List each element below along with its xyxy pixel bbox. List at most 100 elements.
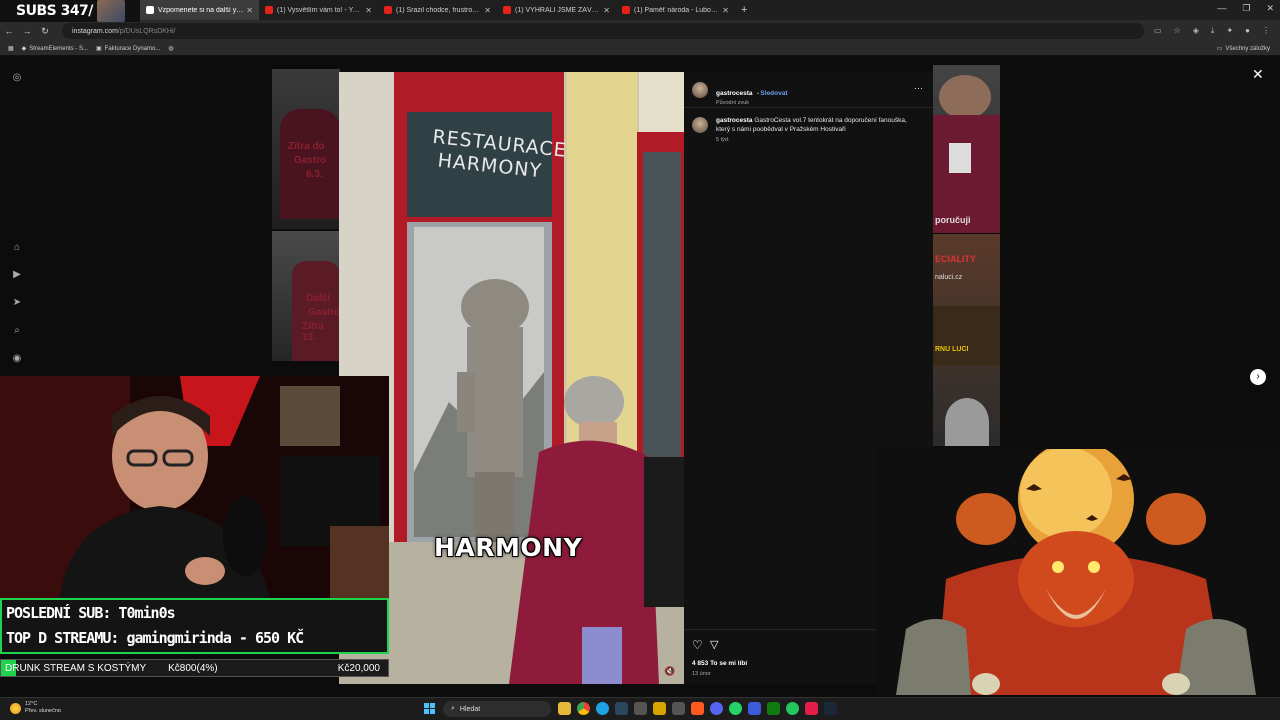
audio-label[interactable]: Původní zvuk: [716, 100, 788, 106]
instagram-favicon-icon: [146, 6, 154, 14]
search-icon[interactable]: ⌕: [10, 324, 24, 338]
caption-block: gastrocesta GastroCesta vol.7 tentokrát …: [716, 117, 921, 143]
maximize-icon[interactable]: ❐: [1242, 3, 1250, 14]
extension-icon[interactable]: ◈: [1193, 26, 1199, 36]
stream-info-ticker: POSLEDNÍ SUB: T0min0s TOP D STREAMU: gam…: [0, 598, 389, 654]
youtube-favicon-icon: [503, 6, 511, 14]
app-icon[interactable]: [748, 702, 761, 715]
post-media-video[interactable]: RESTAURACE HARMONY HARMONY 🔇: [339, 72, 684, 684]
last-sub-text: POSLEDNÍ SUB: T0min0s: [6, 604, 176, 622]
ellipsis-icon[interactable]: ···: [914, 83, 923, 93]
bookmark-icon: ▣: [95, 46, 102, 52]
all-bookmarks[interactable]: ▭ Všechny záložky: [1216, 45, 1270, 53]
demon-artwork: [876, 449, 1280, 695]
messages-icon[interactable]: ➤: [10, 296, 24, 310]
username-link[interactable]: gastrocesta: [716, 90, 753, 97]
background-post-right-bottom[interactable]: ECIALITY naluci.cz RNU LUCI: [933, 234, 1000, 446]
subs-counter: SUBS 347/: [16, 3, 93, 19]
back-icon[interactable]: ←: [0, 26, 18, 36]
tab-vysvetlim[interactable]: (1) Vysvětlím vám to! - YouTub ✕: [259, 0, 378, 20]
close-tab-icon[interactable]: ✕: [484, 6, 491, 15]
extensions-puzzle-icon[interactable]: ✦: [1226, 26, 1233, 36]
bg-text: Gastro: [308, 307, 340, 318]
windows-start-icon[interactable]: [424, 703, 435, 714]
close-tab-icon[interactable]: ✕: [722, 6, 729, 15]
close-tab-icon[interactable]: ✕: [365, 6, 372, 15]
edge-icon[interactable]: [596, 702, 609, 715]
whatsapp-icon[interactable]: [729, 702, 742, 715]
bookmark-globe[interactable]: ◍: [168, 45, 173, 52]
explore-icon[interactable]: ◉: [10, 352, 24, 366]
weather-widget[interactable]: 12°C Přev. slunečno: [10, 701, 61, 715]
app-icon[interactable]: [691, 702, 704, 715]
tab-vyhrali[interactable]: (1) VYHRÁLI JSME ZÁVODY NA ✕: [497, 0, 616, 20]
tab-pamet-naroda[interactable]: (1) Paměť národa - Luboš Bailo ✕: [616, 0, 735, 20]
app-icon[interactable]: [805, 702, 818, 715]
next-post-icon[interactable]: ›: [1250, 369, 1266, 385]
tab-vzpomenete[interactable]: Vzpomenete si na další youtub ✕: [140, 0, 259, 20]
steam-icon[interactable]: [615, 702, 628, 715]
share-icon[interactable]: ▽: [710, 638, 718, 651]
background-post-left-bottom[interactable]: Další Gastro Zítra 13.: [272, 231, 340, 361]
reels-icon[interactable]: ▶: [10, 268, 24, 282]
apps-icon[interactable]: ▦: [8, 45, 14, 52]
post-date: 13 únor: [692, 671, 711, 677]
bookmark-icon: ◆: [21, 46, 27, 52]
minimize-icon[interactable]: —: [1217, 3, 1226, 14]
follow-button[interactable]: Sledovat: [760, 90, 787, 97]
close-tab-icon[interactable]: ✕: [603, 6, 610, 15]
app-icon[interactable]: [653, 702, 666, 715]
instagram-logo-icon[interactable]: ◎: [10, 71, 24, 85]
person-silhouette: [945, 398, 989, 446]
tab-srazil[interactable]: (1) Srazil chodce, frustrovaný ři ✕: [378, 0, 497, 20]
bookmark-fakturace[interactable]: ▣ Fakturace Dynamo...: [95, 45, 160, 53]
background-post-right-top[interactable]: poručuji: [933, 65, 1000, 233]
url-field[interactable]: instagram.com/p/DUsLQRsDKHi/: [62, 23, 1145, 39]
caption-time: 5 týd.: [716, 137, 730, 143]
address-bar-row: ← → ↻ instagram.com/p/DUsLQRsDKHi/ ▭ ☆ ◈…: [0, 20, 1280, 42]
bookmark-streamelements[interactable]: ◆ StreamElements - S...: [21, 45, 88, 53]
globe-icon: ◍: [168, 46, 174, 52]
mute-icon[interactable]: 🔇: [664, 666, 675, 677]
goal-current: Kč800(4%): [168, 662, 218, 674]
background-post-left-top[interactable]: Zítra do Gastro 6.3.: [272, 69, 340, 229]
taskbar-search[interactable]: ⌕ Hledat: [443, 701, 551, 717]
bookmarks-bar: ▦ ◆ StreamElements - S... ▣ Fakturace Dyna…: [0, 42, 1280, 56]
bg-text: Gastro: [294, 155, 327, 166]
menu-icon[interactable]: ⋮: [1262, 26, 1270, 36]
youtube-favicon-icon: [622, 6, 630, 14]
bg-text: ECIALITY: [935, 254, 977, 264]
avatar[interactable]: [692, 117, 708, 133]
profile-icon[interactable]: ●: [1245, 26, 1250, 36]
download-icon[interactable]: ⤓: [1211, 26, 1215, 36]
video-caption: HARMONY: [434, 533, 583, 562]
youtube-favicon-icon: [384, 6, 392, 14]
paper-shape: [949, 143, 971, 173]
steam-icon[interactable]: [824, 702, 837, 715]
folder-icon: ▭: [1216, 46, 1223, 52]
forward-icon[interactable]: →: [18, 26, 36, 36]
close-window-icon[interactable]: ✕: [1266, 3, 1274, 14]
new-tab-icon[interactable]: +: [741, 4, 747, 16]
file-explorer-icon[interactable]: [558, 702, 571, 715]
discord-icon[interactable]: [710, 702, 723, 715]
likes-count[interactable]: 4 853 To se mi líbí: [692, 660, 747, 667]
chrome-icon[interactable]: [577, 702, 590, 715]
star-icon[interactable]: ☆: [1174, 26, 1181, 36]
bg-text: naluci.cz: [935, 274, 963, 281]
settings-icon[interactable]: [634, 702, 647, 715]
xbox-icon[interactable]: [767, 702, 780, 715]
close-modal-icon[interactable]: ✕: [1252, 66, 1264, 83]
cast-icon[interactable]: ▭: [1154, 26, 1162, 36]
app-icon[interactable]: [786, 702, 799, 715]
bg-text: Zítra 13.: [302, 321, 324, 343]
webcam-overlay: [0, 376, 389, 598]
heart-icon[interactable]: ♡: [692, 638, 703, 652]
avatar[interactable]: [692, 82, 708, 98]
screen: Vzpomenete si na další youtub ✕ (1) Vysv…: [0, 0, 1280, 720]
close-tab-icon[interactable]: ✕: [246, 6, 253, 15]
face-shape: [939, 75, 991, 119]
app-icon[interactable]: [672, 702, 685, 715]
reload-icon[interactable]: ↻: [36, 26, 54, 37]
home-icon[interactable]: ⌂: [10, 241, 24, 255]
